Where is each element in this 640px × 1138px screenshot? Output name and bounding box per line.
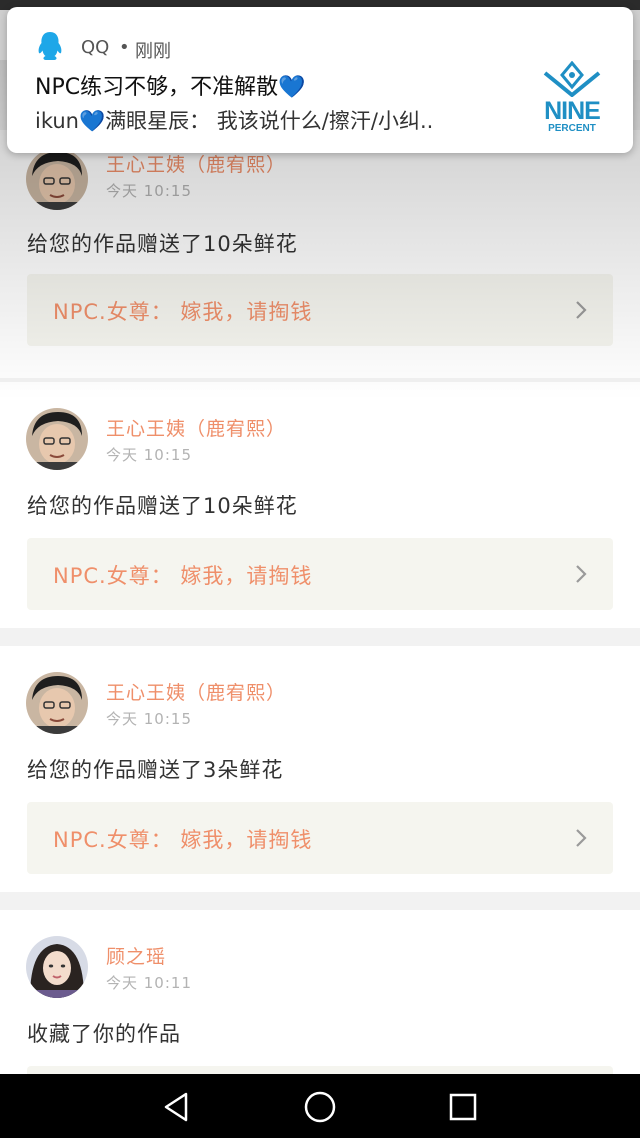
timestamp: 今天 10:15 (106, 182, 192, 200)
feed-item[interactable]: 顾之瑶 今天 10:11 收藏了你的作品 (0, 910, 640, 1074)
qq-notification[interactable]: QQ • 刚刚 NPC练习不够，不准解散💙 ikun💙满眼星辰： 我该说什么/擦… (7, 7, 633, 153)
notification-sender: ikun (35, 109, 79, 133)
work-link[interactable]: NPC.女尊： 嫁我，请掏钱 (27, 802, 613, 874)
home-circle-icon[interactable] (303, 1090, 337, 1124)
work-link[interactable]: NPC.女尊： 嫁我，请掏钱 (27, 538, 613, 610)
timestamp: 今天 10:11 (106, 974, 192, 992)
blue-heart-icon: 💙 (78, 109, 106, 133)
avatar[interactable] (26, 936, 88, 998)
activity-message: 给您的作品赠送了3朵鲜花 (27, 758, 284, 782)
notification-title-text: NPC练习不够，不准解散 (35, 75, 279, 100)
avatar[interactable] (26, 148, 88, 210)
blue-heart-icon: 💙 (278, 75, 306, 100)
feed-item[interactable]: 王心王姨（鹿宥熙） 今天 10:15 给您的作品赠送了10朵鲜花 NPC.女尊：… (0, 130, 640, 378)
logo-text: NINE (544, 97, 601, 125)
logo-subtext: PERCENT (548, 123, 596, 134)
work-title: NPC.女尊： 嫁我，请掏钱 (53, 828, 313, 852)
work-title: NPC.女尊： 嫁我，请掏钱 (53, 300, 313, 324)
notification-app-name: QQ (81, 37, 110, 58)
chevron-right-icon (576, 301, 587, 319)
activity-message: 给您的作品赠送了10朵鲜花 (27, 494, 298, 518)
timestamp: 今天 10:15 (106, 446, 192, 464)
activity-message: 给您的作品赠送了10朵鲜花 (27, 232, 298, 256)
avatar[interactable] (26, 672, 88, 734)
system-nav-bar (0, 1074, 640, 1138)
avatar[interactable] (26, 408, 88, 470)
recents-square-icon[interactable] (446, 1090, 480, 1124)
feed-item[interactable]: 王心王姨（鹿宥熙） 今天 10:15 给您的作品赠送了3朵鲜花 NPC.女尊： … (0, 646, 640, 892)
work-title: NPC.女尊： 嫁我，请掏钱 (53, 564, 313, 588)
notification-message: 满眼星辰： 我该说什么/擦汗/小纠.. (105, 109, 434, 133)
nine-percent-emblem-icon (543, 60, 601, 98)
username[interactable]: 王心王姨（鹿宥熙） (106, 678, 286, 705)
timestamp: 今天 10:15 (106, 710, 192, 728)
notification-feed[interactable]: 王心王姨（鹿宥熙） 今天 10:15 给您的作品赠送了10朵鲜花 NPC.女尊：… (0, 60, 640, 1074)
back-triangle-icon[interactable] (160, 1090, 194, 1124)
group-avatar-logo: NINE PERCENT (535, 60, 609, 134)
activity-message: 收藏了你的作品 (27, 1022, 181, 1046)
notification-time: 刚刚 (135, 41, 171, 62)
chevron-right-icon (576, 829, 587, 847)
separator-dot: • (119, 37, 130, 58)
feed-item[interactable]: 王心王姨（鹿宥熙） 今天 10:15 给您的作品赠送了10朵鲜花 NPC.女尊：… (0, 382, 640, 628)
username[interactable]: 王心王姨（鹿宥熙） (106, 150, 286, 177)
username[interactable]: 顾之瑶 (106, 942, 166, 969)
chevron-right-icon (576, 565, 587, 583)
notification-title: NPC练习不够，不准解散💙 (35, 69, 306, 101)
username[interactable]: 王心王姨（鹿宥熙） (106, 414, 286, 441)
work-link[interactable]: NPC.女尊： 嫁我，请掏钱 (27, 274, 613, 346)
notification-body: ikun💙满眼星辰： 我该说什么/擦汗/小纠.. (35, 105, 505, 135)
qq-penguin-icon (38, 32, 62, 60)
work-link[interactable] (27, 1066, 613, 1074)
